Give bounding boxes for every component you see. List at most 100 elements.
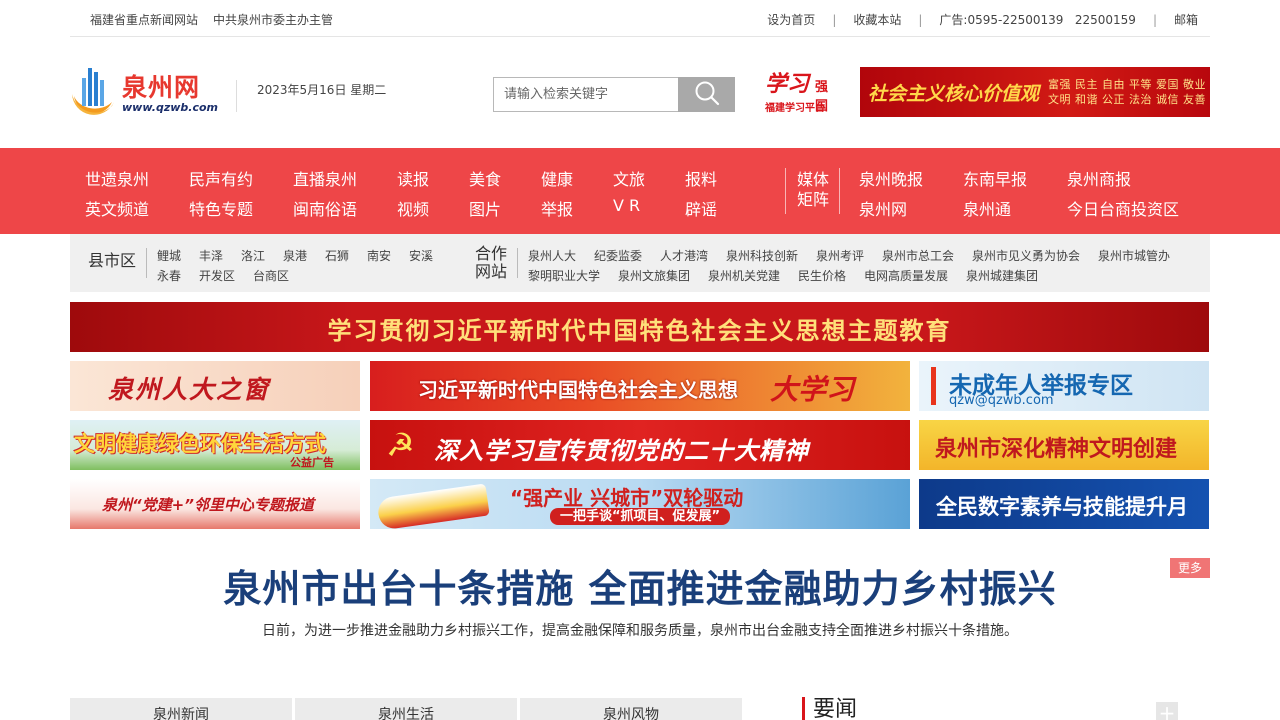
banner-emphasis: 大学习 [770,373,855,406]
county-link[interactable]: 丰泽 [199,247,223,264]
npc-window-banner[interactable]: 泉州人大之窗 [70,361,360,411]
partner-link[interactable]: 泉州市总工会 [882,247,954,264]
main-nav: 世遗泉州 民声有约 直播泉州 读报 美食 健康 文旅 报料 英文频道 特色专题 … [0,148,1280,234]
nav-item[interactable]: 辟谣 [685,196,717,220]
partner-link[interactable]: 泉州市见义勇为协会 [972,247,1080,264]
partner-link[interactable]: 电网高质量发展 [864,267,948,284]
mail-link[interactable]: 邮箱 [1174,11,1198,28]
county-link[interactable]: 南安 [367,247,391,264]
nav-item[interactable]: 报料 [685,166,717,190]
bookmark-link[interactable]: 收藏本站 [853,11,901,28]
county-link[interactable]: 安溪 [409,247,433,264]
divider: | [918,12,923,27]
tab-quanzhou-news[interactable]: 泉州新闻 [70,698,292,720]
nav-item[interactable]: 举报 [541,196,573,220]
party-neighborhood-banner[interactable]: 泉州“党建+”邻里中心专题报道 [70,479,360,529]
partner-link[interactable]: 泉州考评 [816,247,864,264]
more-button[interactable]: 更多 [1170,558,1210,578]
banner-title: 学习贯彻习近平新时代中国特色社会主义思想主题教育 [327,317,952,345]
partner-link[interactable]: 纪委监委 [594,247,642,264]
partner-link[interactable]: 泉州城建集团 [966,267,1038,284]
media-item[interactable]: 泉州通 [963,196,1011,220]
banner-email: qzw@qzwb.com [949,393,1054,408]
partner-link[interactable]: 泉州文旅集团 [618,267,690,284]
nav-item[interactable]: 健康 [541,166,573,190]
divider: | [832,12,837,27]
xuexi-logo-text: 学习 [765,71,810,97]
media-item[interactable]: 泉州晚报 [859,166,923,190]
county-link[interactable]: 台商区 [253,267,289,284]
tab-quanzhou-life[interactable]: 泉州生活 [295,698,517,720]
current-date: 2023年5月16日 星期二 [257,83,387,97]
nav-item[interactable]: 读报 [397,166,429,190]
partner-link[interactable]: 黎明职业大学 [528,267,600,284]
nav-item[interactable]: 民声有约 [189,166,253,190]
nav-item[interactable]: V R [613,196,640,215]
divider: | [1152,12,1157,27]
party-emblem-icon: ☭ [386,426,415,464]
banner-title: 习近平新时代中国特色社会主义思想 [418,378,738,402]
nav-item[interactable]: 特色专题 [189,196,253,220]
banner-accent [931,367,936,405]
county-link[interactable]: 永春 [157,267,181,284]
search-icon [695,81,719,106]
county-link[interactable]: 鲤城 [157,247,181,264]
nav-item[interactable]: 闽南俗语 [293,196,357,220]
partner-link[interactable]: 泉州人大 [528,247,576,264]
partner-sites-label: 合作网站 [475,244,508,281]
search-input[interactable] [493,77,679,112]
xuexi-platform-link[interactable]: 学习 强国 福建学习平台 [765,68,837,114]
minor-report-banner[interactable]: 未成年人举报专区 qzw@qzwb.com [919,361,1209,411]
sub-nav: 县市区 鲤城 丰泽 洛江 泉港 石狮 南安 安溪 永春 开发区 台商区 合作网站… [70,234,1210,292]
nav-item[interactable]: 世遗泉州 [85,166,149,190]
media-matrix-label: 媒体矩阵 [796,170,829,209]
county-link[interactable]: 开发区 [199,267,235,284]
media-item[interactable]: 今日台商投资区 [1067,196,1179,220]
partner-link[interactable]: 泉州市城管办 [1098,247,1170,264]
green-lifestyle-banner[interactable]: 文明健康绿色环保生活方式 公益广告 [70,420,360,470]
train-icon [376,483,490,529]
site-logo[interactable]: 泉州网 www.qzwb.com [70,64,220,120]
great-study-banner[interactable]: 习近平新时代中国特色社会主义思想 大学习 [370,361,910,411]
twentieth-congress-banner[interactable]: ☭ 深入学习宣传贯彻党的二十大精神 [370,420,910,470]
nav-item[interactable]: 美食 [469,166,501,190]
ad-phone: 广告:0595-22500139 22500159 [939,13,1136,27]
nav-item[interactable]: 直播泉州 [293,166,357,190]
nav-item[interactable]: 文旅 [613,166,645,190]
core-values-banner[interactable]: 社会主义核心价值观 富强 民主 自由 平等 爱国 敬业 文明 和谐 公正 法治 … [860,67,1210,117]
media-item[interactable]: 泉州网 [859,196,907,220]
civilization-banner[interactable]: 泉州市深化精神文明创建 [919,420,1209,470]
nav-item[interactable]: 图片 [469,196,501,220]
media-item[interactable]: 泉州商报 [1067,166,1131,190]
logo-url: www.qzwb.com [122,101,218,114]
plus-icon[interactable]: + [1156,702,1178,720]
banner-tag: 公益广告 [290,456,334,469]
core-values-title: 社会主义核心价值观 [868,83,1040,105]
county-link[interactable]: 石狮 [325,247,349,264]
top-bar: 福建省重点新闻网站 中共泉州市委主办主管 设为首页 | 收藏本站 | 广告:05… [70,0,1210,37]
theme-education-banner[interactable]: 学习贯彻习近平新时代中国特色社会主义思想主题教育 [70,302,1209,352]
partner-link[interactable]: 泉州科技创新 [726,247,798,264]
banner-title: “强产业 兴城市”双轮驱动 [510,486,744,510]
county-link[interactable]: 泉港 [283,247,307,264]
tab-quanzhou-scenery[interactable]: 泉州风物 [520,698,742,720]
partner-link[interactable]: 泉州机关党建 [708,267,780,284]
partner-link[interactable]: 民生价格 [798,267,846,284]
headline-title[interactable]: 泉州市出台十条措施 全面推进金融助力乡村振兴 [70,558,1210,613]
nav-divider [785,168,786,214]
search-button[interactable] [678,77,735,112]
partner-link[interactable]: 人才港湾 [660,247,708,264]
nav-item[interactable]: 英文频道 [85,196,149,220]
county-link[interactable]: 洛江 [241,247,265,264]
nav-divider [839,168,840,214]
banner-title: 泉州市深化精神文明创建 [935,437,1178,462]
xuexi-subtitle: 福建学习平台 [765,103,825,114]
set-homepage-link[interactable]: 设为首页 [767,11,815,28]
digital-literacy-banner[interactable]: 全民数字素养与技能提升月 [919,479,1209,529]
headline-summary: 日前，为进一步推进金融助力乡村振兴工作，提高金融保障和服务质量，泉州市出台金融支… [262,623,1018,639]
media-item[interactable]: 东南早报 [963,166,1027,190]
subnav-divider [146,248,147,278]
nav-item[interactable]: 视频 [397,196,429,220]
subnav-divider [517,248,518,278]
dual-drive-banner[interactable]: “强产业 兴城市”双轮驱动 一把手谈“抓项目、促发展” [370,479,910,529]
